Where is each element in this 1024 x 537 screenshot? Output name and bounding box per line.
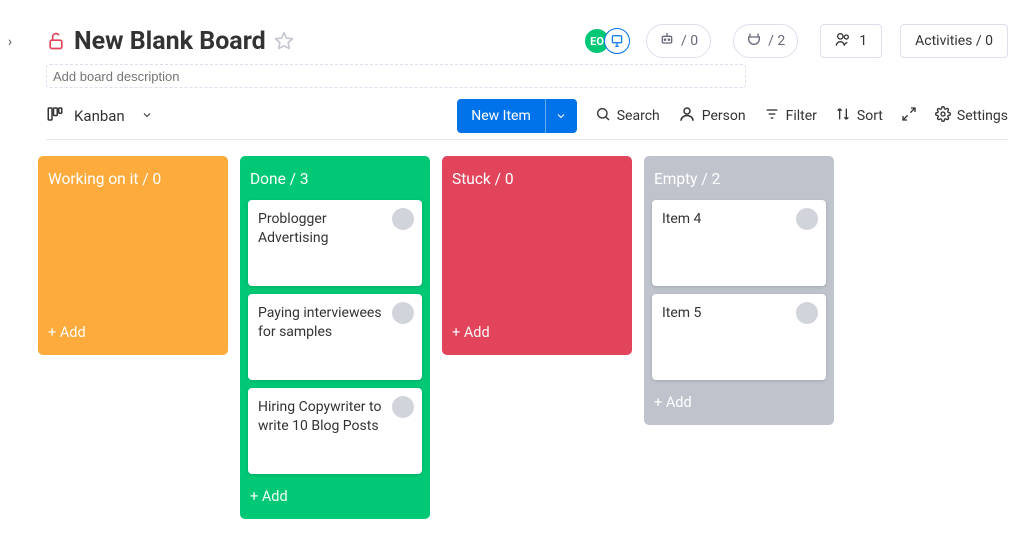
expand-icon xyxy=(901,106,917,126)
kanban-icon xyxy=(46,105,64,127)
card-title: Paying interviewees for samples xyxy=(258,304,412,342)
search-button[interactable]: Search xyxy=(595,106,660,126)
settings-button[interactable]: Settings xyxy=(935,106,1008,126)
filter-label: Filter xyxy=(786,108,817,124)
board-title[interactable]: New Blank Board xyxy=(74,27,266,56)
board-description-input[interactable] xyxy=(46,64,746,88)
chevron-down-icon xyxy=(141,107,153,125)
search-icon xyxy=(595,106,611,126)
card-title: Hiring Copywriter to write 10 Blog Posts xyxy=(258,398,412,436)
view-label: Kanban xyxy=(74,107,125,125)
kanban-board: Working on it / 0 + Add Done / 3 Problogger… xyxy=(38,156,1008,537)
assignee-avatar[interactable] xyxy=(796,302,818,324)
kanban-column: Done / 3 Problogger Advertising Paying int… xyxy=(240,156,430,519)
new-item-button[interactable]: New Item xyxy=(457,99,577,133)
kanban-column: Empty / 2 Item 4 Item 5 + Add xyxy=(644,156,834,425)
collapse-panel-button[interactable]: › xyxy=(2,34,18,50)
filter-icon xyxy=(764,106,780,126)
star-icon[interactable] xyxy=(274,31,294,51)
person-filter-button[interactable]: Person xyxy=(678,105,746,127)
members-count: 1 xyxy=(859,33,867,49)
kanban-card[interactable]: Paying interviewees for samples xyxy=(248,294,422,380)
assignee-avatar[interactable] xyxy=(392,396,414,418)
add-card-button[interactable]: + Add xyxy=(46,318,220,347)
card-title: Item 4 xyxy=(662,210,816,229)
fullscreen-button[interactable] xyxy=(901,106,917,126)
column-drop-area[interactable] xyxy=(450,200,624,310)
kanban-card[interactable]: Item 4 xyxy=(652,200,826,286)
column-header[interactable]: Done / 3 xyxy=(248,164,422,192)
gear-icon xyxy=(935,106,951,126)
sort-button[interactable]: Sort xyxy=(835,106,883,126)
card-title: Item 5 xyxy=(662,304,816,323)
assignee-avatar[interactable] xyxy=(392,208,414,230)
lock-open-icon xyxy=(46,31,66,51)
add-card-button[interactable]: + Add xyxy=(248,482,422,511)
assignee-avatar[interactable] xyxy=(796,208,818,230)
person-icon xyxy=(678,105,696,127)
person-label: Person xyxy=(702,108,746,124)
column-header[interactable]: Working on it / 0 xyxy=(46,164,220,192)
automations-pill[interactable]: / 0 xyxy=(646,24,711,58)
automations-count: / 0 xyxy=(681,33,698,49)
activities-button[interactable]: Activities / 0 xyxy=(900,24,1008,58)
add-card-button[interactable]: + Add xyxy=(652,388,826,417)
robot-icon xyxy=(659,31,675,51)
avatar xyxy=(604,28,630,54)
column-header[interactable]: Empty / 2 xyxy=(652,164,826,192)
kanban-card[interactable]: Problogger Advertising xyxy=(248,200,422,286)
new-item-label: New Item xyxy=(457,108,545,124)
kanban-card[interactable]: Hiring Copywriter to write 10 Blog Posts xyxy=(248,388,422,474)
search-label: Search xyxy=(617,108,660,124)
assignee-avatar[interactable] xyxy=(392,302,414,324)
activities-label: Activities / 0 xyxy=(915,33,993,49)
plug-icon xyxy=(746,31,762,51)
kanban-card[interactable]: Item 5 xyxy=(652,294,826,380)
settings-label: Settings xyxy=(957,108,1008,124)
view-picker[interactable]: Kanban xyxy=(46,105,153,127)
card-title: Problogger Advertising xyxy=(258,210,412,248)
sort-icon xyxy=(835,106,851,126)
integrations-pill[interactable]: / 2 xyxy=(733,24,798,58)
members-button[interactable]: 1 xyxy=(820,24,882,58)
people-icon xyxy=(835,31,851,51)
board-subscribers[interactable]: EO xyxy=(584,28,624,54)
filter-button[interactable]: Filter xyxy=(764,106,817,126)
integrations-count: / 2 xyxy=(768,33,785,49)
kanban-column: Stuck / 0 + Add xyxy=(442,156,632,355)
column-drop-area[interactable] xyxy=(46,200,220,310)
add-card-button[interactable]: + Add xyxy=(450,318,624,347)
sort-label: Sort xyxy=(857,108,883,124)
new-item-caret[interactable] xyxy=(545,99,577,133)
kanban-column: Working on it / 0 + Add xyxy=(38,156,228,355)
chevron-right-icon: › xyxy=(8,34,12,50)
column-header[interactable]: Stuck / 0 xyxy=(450,164,624,192)
